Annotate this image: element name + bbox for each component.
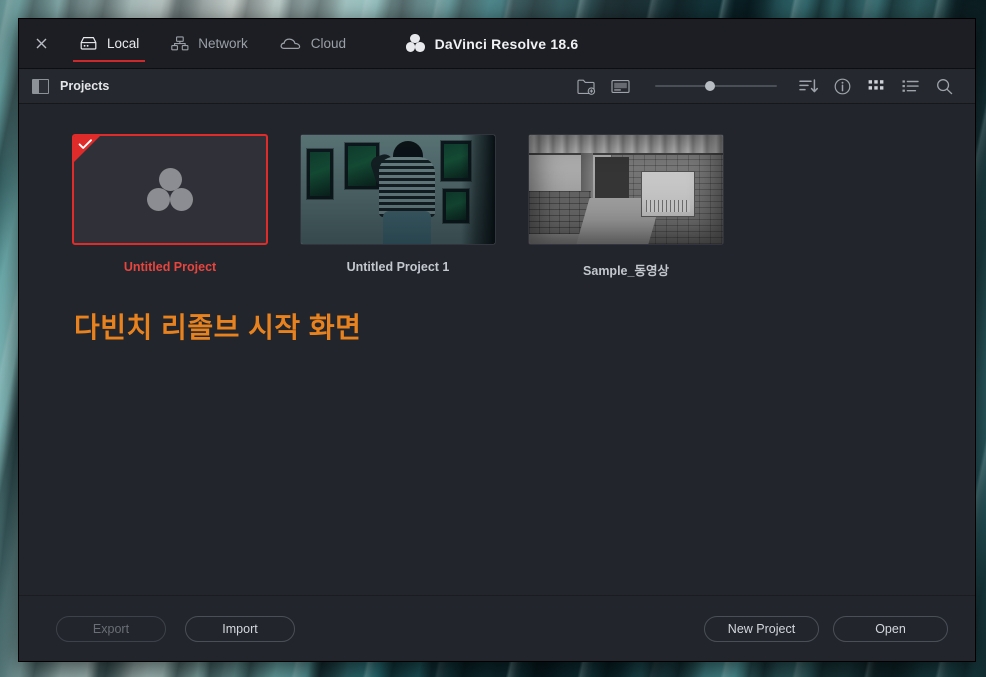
import-button[interactable]: Import [185,615,295,642]
close-icon [35,37,48,50]
thumbnail-size-slider[interactable] [655,72,777,100]
alley-photo-thumbnail [529,135,723,244]
open-button[interactable]: Open [833,615,948,642]
davinci-resolve-placeholder-icon [147,167,193,212]
slider-knob[interactable] [705,81,716,91]
projects-toolbar: Projects [19,69,975,104]
project-name: Untitled Project 1 [346,260,450,274]
search-button[interactable] [927,71,961,101]
tab-local-label: Local [107,36,140,51]
search-icon [936,78,953,95]
rename-thumbnail-button[interactable] [603,71,637,101]
new-folder-button[interactable] [569,71,603,101]
davinci-resolve-logo-icon [405,34,425,53]
network-icon [171,36,189,51]
sort-order-icon [798,78,818,94]
project-thumbnail[interactable] [300,134,496,245]
hard-drive-icon [79,36,98,51]
sidebar-panel-icon[interactable] [32,78,49,94]
checkmark-icon [78,139,93,157]
close-button[interactable] [19,19,63,68]
project-thumbnail[interactable] [72,134,268,245]
projects-title: Projects [60,79,110,93]
project-card-untitled-project[interactable]: Untitled Project [72,134,268,279]
cloud-icon [280,36,302,51]
project-thumbnail[interactable] [528,134,724,245]
tab-cloud[interactable]: Cloud [264,19,362,68]
grid-view-button[interactable] [859,71,893,101]
tab-network[interactable]: Network [155,19,264,68]
sort-order-button[interactable] [791,71,825,101]
tab-network-label: Network [198,36,248,51]
new-project-button[interactable]: New Project [704,615,819,642]
project-manager-window: Local Network Cloud DaVinci Resolve 18.6… [18,18,976,662]
window-footer: Export Import New Project Open [19,595,975,661]
window-titlebar: Local Network Cloud DaVinci Resolve 18.6 [19,19,975,69]
projects-content-area: Untitled Project Untitled Project 1 Samp… [19,104,975,595]
new-folder-icon [576,78,596,95]
annotation-text: 다빈치 리졸브 시작 화면 [74,312,362,343]
list-view-button[interactable] [893,71,927,101]
export-button[interactable]: Export [56,615,166,642]
project-card-sample[interactable]: Sample_동영상 [528,134,724,279]
grid-view-icon [868,78,884,94]
slider-track [655,85,777,87]
info-button[interactable] [825,71,859,101]
gallery-photo-thumbnail [301,135,495,244]
project-card-untitled-project-1[interactable]: Untitled Project 1 [300,134,496,279]
list-view-icon [902,78,919,94]
info-icon [834,78,851,95]
rename-thumbnail-icon [610,79,630,94]
tab-local[interactable]: Local [63,19,155,68]
project-name: Untitled Project [123,260,217,274]
desktop-wallpaper: Local Network Cloud DaVinci Resolve 18.6… [0,0,986,677]
project-grid: Untitled Project Untitled Project 1 Samp… [19,134,975,279]
tab-cloud-label: Cloud [310,36,347,51]
project-name: Sample_동영상 [583,264,669,278]
app-title-text: DaVinci Resolve 18.6 [434,35,579,52]
